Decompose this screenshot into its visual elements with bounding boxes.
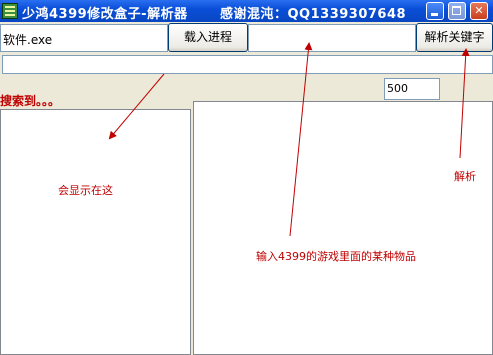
title-bar: 少鸿4399修改盒子-解析器 感谢混沌：QQ1339307648 ✕ [0,0,493,22]
maximize-button[interactable] [448,2,466,20]
close-icon: ✕ [474,4,484,17]
process-name-value: 软件.exe [3,33,53,47]
annotation-parse: 解析 [454,170,476,183]
search-status-label: 搜索到。。。 [0,94,61,108]
address-input[interactable] [2,55,493,74]
maximize-icon [449,3,465,19]
process-name-input[interactable]: 软件.exe [0,24,168,52]
load-process-button[interactable]: 载入进程 [168,23,248,52]
parse-keyword-button[interactable]: 解析关键字 [416,23,493,52]
keyword-input[interactable] [248,24,416,52]
window-title: 少鸿4399修改盒子-解析器 [22,7,188,22]
result-list[interactable] [0,109,191,355]
window-thanks-text: 感谢混沌：QQ1339307648 [220,7,407,22]
app-icon [2,3,18,19]
result-count-input[interactable]: 500 [384,78,440,100]
annotation-input-hint: 输入4399的游戏里面的某种物品 [256,250,416,263]
result-count-value: 500 [387,82,408,95]
minimize-icon [427,3,443,19]
annotation-display-here: 会显示在这 [58,184,113,197]
close-button[interactable]: ✕ [470,2,488,20]
detail-panel[interactable] [193,101,493,355]
minimize-button[interactable] [426,2,444,20]
